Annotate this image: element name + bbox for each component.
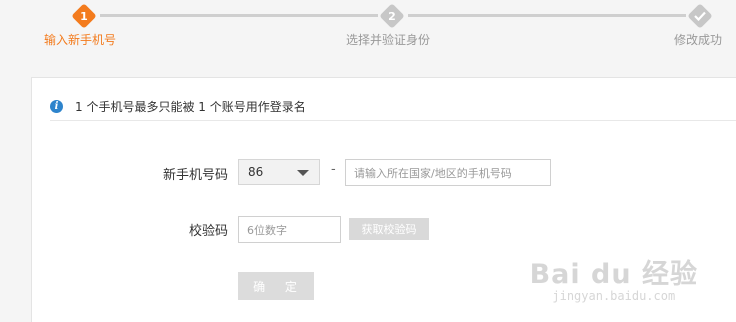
country-code-select[interactable]: 86: [238, 159, 320, 185]
country-code-value: 86: [248, 165, 264, 179]
step-3-label: 修改成功: [674, 33, 723, 47]
baidu-jingyan-watermark: Bai du 经验 jingyan.baidu.com: [530, 252, 698, 303]
phone-input[interactable]: 请输入所在国家/地区的手机号码: [345, 159, 551, 186]
separator: -: [331, 162, 336, 177]
phone-label: 新手机号码: [162, 168, 228, 183]
watermark-main: Bai du 经验: [529, 259, 698, 290]
step-1-icon: 1: [71, 3, 97, 29]
info-icon: i: [50, 99, 63, 113]
divider: [50, 120, 736, 121]
code-label: 校验码: [188, 224, 228, 239]
code-input[interactable]: 6位数字: [238, 216, 341, 243]
step-connector: [408, 14, 686, 17]
step-2-icon: 2: [379, 3, 405, 29]
step-2-label: 选择并验证身份: [346, 33, 431, 47]
chevron-down-icon: [297, 170, 309, 176]
progress-stepper: 1 2 输入新手机号 选择并验证身份 修改成功: [0, 0, 736, 60]
get-code-button[interactable]: 获取校验码: [349, 218, 429, 240]
confirm-button[interactable]: 确 定: [238, 272, 314, 300]
step-1-label: 输入新手机号: [44, 33, 117, 47]
code-input-placeholder: 6位数字: [247, 223, 287, 237]
notice-bar: i 1 个手机号最多只能被 1 个账号用作登录名: [50, 94, 736, 118]
watermark-sub: jingyan.baidu.com: [552, 289, 676, 303]
phone-input-placeholder: 请输入所在国家/地区的手机号码: [354, 166, 512, 180]
step-connector: [100, 14, 378, 17]
notice-text: 1 个手机号最多只能被 1 个账号用作登录名: [75, 99, 306, 114]
step-done-check-icon: [687, 3, 713, 29]
